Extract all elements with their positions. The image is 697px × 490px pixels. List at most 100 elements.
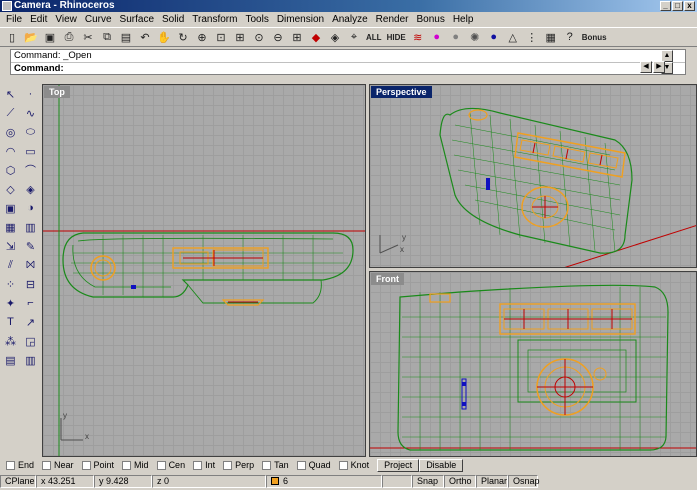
viewport-perspective[interactable]: Perspective x y bbox=[369, 84, 697, 268]
surface-edit-icon[interactable]: ◈ bbox=[21, 180, 40, 198]
osnap-point-checkbox[interactable] bbox=[81, 460, 91, 470]
mesh-edit-icon[interactable]: ▥ bbox=[21, 218, 40, 236]
transform-icon[interactable]: ⇲ bbox=[1, 237, 20, 255]
disable-button[interactable]: Disable bbox=[419, 458, 464, 472]
select-all-button[interactable]: ALL bbox=[364, 28, 384, 46]
osnap-tan[interactable]: Tan bbox=[262, 460, 289, 470]
four-viewports-icon[interactable]: ⊞ bbox=[288, 28, 306, 46]
osnap-end-checkbox[interactable] bbox=[6, 460, 15, 470]
rotate-view-icon[interactable]: ↻ bbox=[174, 28, 192, 46]
menu-curve[interactable]: Curve bbox=[81, 14, 116, 25]
text-icon[interactable]: T bbox=[1, 313, 20, 331]
color-wheel-icon[interactable]: ● bbox=[428, 28, 446, 46]
render-sphere-icon[interactable]: ● bbox=[485, 28, 503, 46]
osnap-knot[interactable]: Knot bbox=[338, 460, 369, 470]
snap-toggle[interactable]: Snap bbox=[412, 474, 444, 488]
menu-edit[interactable]: Edit bbox=[26, 14, 51, 25]
pan-hand-icon[interactable]: ✋ bbox=[155, 28, 173, 46]
car-render-icon[interactable]: ◆ bbox=[307, 28, 325, 46]
select-icon[interactable]: ⌖ bbox=[345, 28, 363, 46]
arc-icon[interactable]: ◠ bbox=[1, 142, 20, 160]
shade-sphere-icon[interactable]: ● bbox=[447, 28, 465, 46]
select-arrow-icon[interactable]: ↖ bbox=[1, 85, 20, 103]
explode-icon[interactable]: ✦ bbox=[1, 294, 20, 312]
render-mesh-icon[interactable]: ◲ bbox=[21, 332, 40, 350]
viewport-front[interactable]: Front bbox=[369, 271, 697, 457]
viewport-top[interactable]: Top x y bbox=[42, 84, 366, 457]
menu-dimension[interactable]: Dimension bbox=[273, 14, 328, 25]
options-icon[interactable]: ▥ bbox=[21, 351, 40, 369]
viewport-front-title[interactable]: Front bbox=[371, 273, 404, 285]
menu-solid[interactable]: Solid bbox=[158, 14, 188, 25]
print-icon[interactable]: ⎙ bbox=[60, 28, 78, 46]
osnap-end[interactable]: End bbox=[6, 460, 34, 470]
viewport-top-title[interactable]: Top bbox=[44, 86, 70, 98]
menu-file[interactable]: File bbox=[2, 14, 26, 25]
zoom-selected-icon[interactable]: ⊙ bbox=[250, 28, 268, 46]
osnap-toggle[interactable]: Osnap bbox=[508, 474, 540, 488]
polygon-icon[interactable]: ⬡ bbox=[1, 161, 20, 179]
polyline-icon[interactable]: ⟋ bbox=[1, 104, 20, 122]
arrow-right-icon[interactable]: ▶ bbox=[653, 61, 665, 73]
osnap-near-checkbox[interactable] bbox=[42, 460, 52, 470]
menu-view[interactable]: View bbox=[51, 14, 81, 25]
boolean-icon[interactable]: ◑ bbox=[21, 199, 40, 217]
osnap-perp-checkbox[interactable] bbox=[223, 460, 233, 470]
osnap-tan-checkbox[interactable] bbox=[262, 460, 272, 470]
osnap-cen-checkbox[interactable] bbox=[156, 460, 166, 470]
new-file-icon[interactable]: ▯ bbox=[3, 28, 21, 46]
arrow-left-icon[interactable]: ◀ bbox=[640, 61, 652, 73]
status-layer[interactable]: 6 bbox=[266, 474, 382, 488]
dimension-icon[interactable]: ↗ bbox=[21, 313, 40, 331]
properties-icon[interactable]: ▦ bbox=[542, 28, 560, 46]
minimize-button[interactable]: _ bbox=[660, 1, 671, 11]
close-button[interactable]: x bbox=[684, 1, 695, 11]
copy-icon[interactable]: ⧉ bbox=[98, 28, 116, 46]
osnap-near[interactable]: Near bbox=[42, 460, 74, 470]
menu-bonus[interactable]: Bonus bbox=[412, 14, 448, 25]
light-icon[interactable]: △ bbox=[504, 28, 522, 46]
menu-transform[interactable]: Transform bbox=[188, 14, 241, 25]
command-prompt[interactable]: Command: bbox=[11, 62, 685, 74]
hide-button[interactable]: HIDE bbox=[385, 28, 408, 46]
maximize-button[interactable]: □ bbox=[672, 1, 683, 11]
project-button[interactable]: Project bbox=[377, 458, 420, 472]
planar-toggle[interactable]: Planar bbox=[476, 474, 508, 488]
point-edit-icon[interactable]: ⋮ bbox=[523, 28, 541, 46]
osnap-mid[interactable]: Mid bbox=[122, 460, 149, 470]
join-icon[interactable]: ⨝ bbox=[21, 256, 40, 274]
menu-surface[interactable]: Surface bbox=[116, 14, 158, 25]
cut-icon[interactable]: ✂ bbox=[79, 28, 97, 46]
edit-tools-icon[interactable]: ✎ bbox=[21, 237, 40, 255]
menu-help[interactable]: Help bbox=[449, 14, 478, 25]
bonus-toolbar-button[interactable]: Bonus bbox=[580, 28, 609, 46]
osnap-knot-checkbox[interactable] bbox=[338, 460, 348, 470]
zoom-window-icon[interactable]: ⊡ bbox=[212, 28, 230, 46]
osnap-perp[interactable]: Perp bbox=[223, 460, 254, 470]
point-icon[interactable]: · bbox=[21, 85, 40, 103]
layout-icon[interactable]: ▤ bbox=[1, 351, 20, 369]
curve-icon[interactable]: ∿ bbox=[21, 104, 40, 122]
osnap-quad-checkbox[interactable] bbox=[296, 460, 306, 470]
zoom-out-icon[interactable]: ⊖ bbox=[269, 28, 287, 46]
ellipse-icon[interactable]: ⬭ bbox=[21, 123, 40, 141]
surface-icon[interactable]: ◇ bbox=[1, 180, 20, 198]
menu-analyze[interactable]: Analyze bbox=[328, 14, 372, 25]
layers-stack-icon[interactable]: ≋ bbox=[409, 28, 427, 46]
osnap-mid-checkbox[interactable] bbox=[122, 460, 132, 470]
paste-icon[interactable]: ▤ bbox=[117, 28, 135, 46]
osnap-cen[interactable]: Cen bbox=[156, 460, 185, 470]
ortho-toggle[interactable]: Ortho bbox=[444, 474, 476, 488]
save-file-icon[interactable]: ▣ bbox=[41, 28, 59, 46]
array-icon[interactable]: ⁘ bbox=[1, 275, 20, 293]
zoom-dynamic-icon[interactable]: ⊕ bbox=[193, 28, 211, 46]
menu-tools[interactable]: Tools bbox=[241, 14, 272, 25]
osnap-quad[interactable]: Quad bbox=[296, 460, 331, 470]
menu-render[interactable]: Render bbox=[372, 14, 413, 25]
rectangle-icon[interactable]: ▭ bbox=[21, 142, 40, 160]
osnap-point[interactable]: Point bbox=[81, 460, 114, 470]
help-icon[interactable]: ? bbox=[561, 28, 579, 46]
circle-icon[interactable]: ◎ bbox=[1, 123, 20, 141]
layer-icon[interactable]: ◈ bbox=[326, 28, 344, 46]
osnap-int[interactable]: Int bbox=[193, 460, 215, 470]
